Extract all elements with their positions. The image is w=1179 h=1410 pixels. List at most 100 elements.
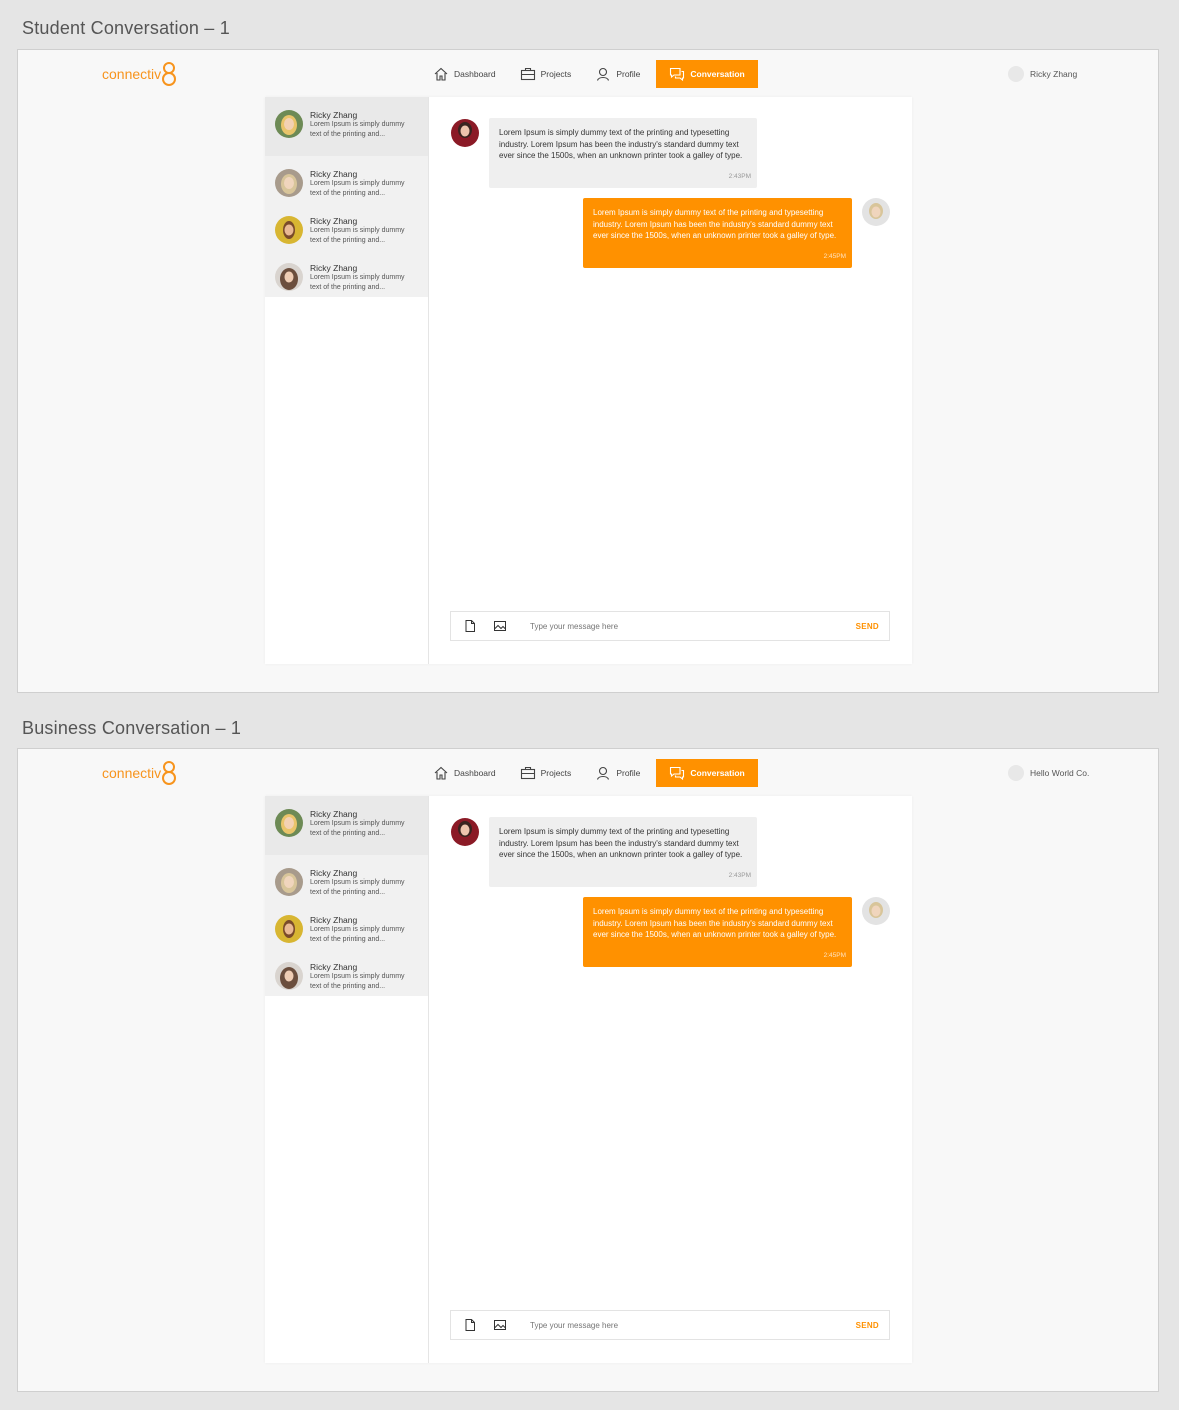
- avatar: [862, 198, 890, 226]
- avatar: [275, 110, 303, 138]
- avatar: [275, 216, 303, 244]
- chat-icon: [670, 67, 685, 82]
- contact-list: Ricky Zhang Lorem Ipsum is simply dummy …: [265, 97, 429, 664]
- nav-profile[interactable]: Profile: [587, 60, 648, 88]
- file-icon[interactable]: [463, 619, 477, 633]
- message-outgoing: Lorem Ipsum is simply dummy text of the …: [583, 897, 852, 967]
- brand-name: connectiv: [102, 66, 162, 82]
- message-text: Lorem Ipsum is simply dummy text of the …: [499, 128, 743, 160]
- contact-list: Ricky Zhang Lorem Ipsum is simply dummy …: [265, 796, 429, 1363]
- user-icon: [597, 67, 610, 81]
- contact-preview: Lorem Ipsum is simply dummy text of the …: [310, 227, 405, 244]
- logo[interactable]: connectiv: [102, 759, 177, 787]
- avatar: [275, 263, 303, 291]
- nav-profile[interactable]: Profile: [587, 759, 648, 787]
- contact-name: Ricky Zhang: [310, 868, 358, 878]
- contact-preview: Lorem Ipsum is simply dummy text of the …: [310, 121, 405, 138]
- contact-name: Ricky Zhang: [310, 110, 358, 120]
- chat-icon: [670, 766, 685, 781]
- contact-item[interactable]: Ricky Zhang Lorem Ipsum is simply dummy …: [265, 156, 428, 203]
- message-composer: SEND: [450, 611, 890, 641]
- message-incoming: Lorem Ipsum is simply dummy text of the …: [489, 118, 757, 188]
- contact-preview: Lorem Ipsum is simply dummy text of the …: [310, 820, 405, 837]
- nav-profile-label: Profile: [616, 768, 641, 778]
- send-button[interactable]: SEND: [856, 1321, 879, 1330]
- message-composer: SEND: [450, 1310, 890, 1340]
- contact-preview: Lorem Ipsum is simply dummy text of the …: [310, 879, 405, 896]
- logo-eight-icon: [162, 761, 177, 785]
- nav-dashboard[interactable]: Dashboard: [425, 759, 504, 787]
- message-time: 2:43PM: [728, 172, 751, 180]
- avatar: [275, 962, 303, 990]
- user-menu[interactable]: Ricky Zhang: [1008, 66, 1077, 82]
- message-input[interactable]: [530, 621, 856, 631]
- nav-projects-label: Projects: [540, 768, 572, 778]
- top-nav: Dashboard Projects Profile Conversation: [425, 759, 766, 787]
- send-button[interactable]: SEND: [856, 622, 879, 631]
- contact-name: Ricky Zhang: [310, 169, 358, 179]
- nav-conversation[interactable]: Conversation: [656, 759, 759, 787]
- avatar: [451, 119, 479, 147]
- home-icon: [434, 766, 448, 780]
- nav-dashboard-label: Dashboard: [454, 69, 496, 79]
- contact-item[interactable]: Ricky Zhang Lorem Ipsum is simply dummy …: [265, 250, 428, 297]
- nav-projects[interactable]: Projects: [512, 60, 580, 88]
- contact-item[interactable]: Ricky Zhang Lorem Ipsum is simply dummy …: [265, 796, 428, 855]
- frame-title-business: Business Conversation – 1: [22, 718, 242, 738]
- nav-profile-label: Profile: [616, 69, 641, 79]
- avatar: [275, 868, 303, 896]
- briefcase-icon: [520, 766, 535, 780]
- nav-projects-label: Projects: [540, 69, 572, 79]
- nav-dashboard-label: Dashboard: [454, 768, 496, 778]
- user-menu[interactable]: Hello World Co.: [1008, 765, 1089, 781]
- contact-item[interactable]: Ricky Zhang Lorem Ipsum is simply dummy …: [265, 949, 428, 996]
- artboard-business: connectiv Dashboard Projects Profile Con…: [17, 748, 1159, 1392]
- user-icon: [597, 766, 610, 780]
- chat-panel: Ricky Zhang Lorem Ipsum is simply dummy …: [265, 97, 912, 664]
- avatar: [275, 169, 303, 197]
- user-name: Hello World Co.: [1030, 768, 1090, 778]
- chat-panel: Ricky Zhang Lorem Ipsum is simply dummy …: [265, 796, 912, 1363]
- home-icon: [434, 67, 448, 81]
- contact-name: Ricky Zhang: [310, 915, 358, 925]
- contact-item[interactable]: Ricky Zhang Lorem Ipsum is simply dummy …: [265, 97, 428, 156]
- brand-name: connectiv: [102, 765, 162, 781]
- avatar: [1008, 765, 1024, 781]
- contact-item[interactable]: Ricky Zhang Lorem Ipsum is simply dummy …: [265, 203, 428, 250]
- avatar: [275, 915, 303, 943]
- top-nav: Dashboard Projects Profile Conversation: [425, 60, 766, 88]
- nav-conversation-label: Conversation: [690, 69, 745, 79]
- contact-item[interactable]: Ricky Zhang Lorem Ipsum is simply dummy …: [265, 855, 428, 902]
- user-name: Ricky Zhang: [1030, 69, 1078, 79]
- image-icon[interactable]: [493, 619, 507, 633]
- message-text: Lorem Ipsum is simply dummy text of the …: [593, 907, 837, 939]
- briefcase-icon: [520, 67, 535, 81]
- message-time: 2:45PM: [823, 951, 846, 959]
- nav-conversation-label: Conversation: [690, 768, 745, 778]
- logo-eight-icon: [162, 62, 177, 86]
- nav-conversation[interactable]: Conversation: [656, 60, 759, 88]
- artboard-student: connectiv Dashboard Projects Profile Con…: [17, 49, 1159, 693]
- contact-name: Ricky Zhang: [310, 216, 358, 226]
- contact-preview: Lorem Ipsum is simply dummy text of the …: [310, 926, 405, 943]
- contact-name: Ricky Zhang: [310, 962, 358, 972]
- message-text: Lorem Ipsum is simply dummy text of the …: [593, 208, 837, 240]
- message-input[interactable]: [530, 1320, 856, 1330]
- contact-preview: Lorem Ipsum is simply dummy text of the …: [310, 973, 405, 990]
- contact-name: Ricky Zhang: [310, 809, 358, 819]
- image-icon[interactable]: [493, 1318, 507, 1332]
- avatar: [862, 897, 890, 925]
- file-icon[interactable]: [463, 1318, 477, 1332]
- message-text: Lorem Ipsum is simply dummy text of the …: [499, 827, 743, 859]
- avatar: [451, 818, 479, 846]
- message-time: 2:45PM: [823, 252, 846, 260]
- frame-title-student: Student Conversation – 1: [22, 18, 230, 38]
- avatar: [275, 809, 303, 837]
- avatar: [1008, 66, 1024, 82]
- logo[interactable]: connectiv: [102, 60, 177, 88]
- nav-projects[interactable]: Projects: [512, 759, 580, 787]
- nav-dashboard[interactable]: Dashboard: [425, 60, 504, 88]
- contact-item[interactable]: Ricky Zhang Lorem Ipsum is simply dummy …: [265, 902, 428, 949]
- contact-preview: Lorem Ipsum is simply dummy text of the …: [310, 180, 405, 197]
- message-time: 2:43PM: [728, 871, 751, 879]
